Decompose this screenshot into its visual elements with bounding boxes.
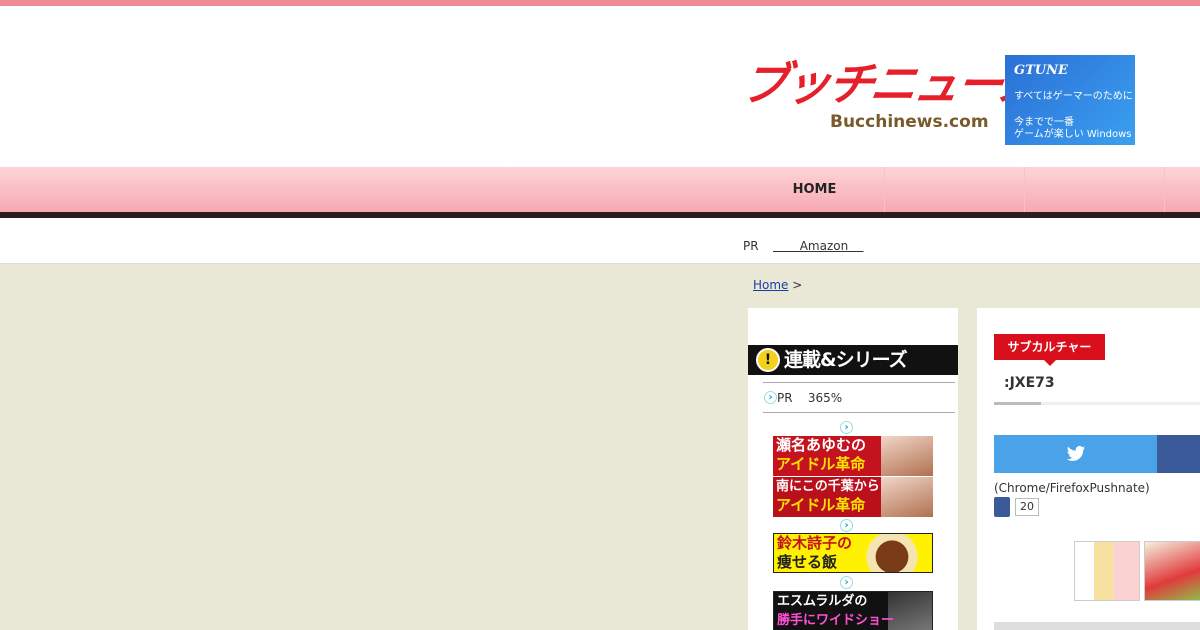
twitter-share-button[interactable] xyxy=(994,435,1157,473)
facebook-like-icon[interactable] xyxy=(994,497,1010,517)
ad-brand: GTUNE xyxy=(1014,63,1068,78)
banner-subtitle: アイドル革命 xyxy=(776,455,866,473)
like-count: 20 xyxy=(1015,498,1039,516)
push-notification-note: (Chrome/FirefoxPushnate) xyxy=(994,481,1150,495)
logo-text: ブッチニュース xyxy=(738,57,1045,111)
breadcrumb-home-link[interactable]: Home xyxy=(753,278,788,292)
breadcrumb-separator: > xyxy=(792,278,803,292)
banner-title: エスムラルダの xyxy=(777,594,868,609)
site-logo[interactable]: ブッチニュース Bucchinews.com xyxy=(738,52,1044,138)
banner-title: 南にこの千葉から xyxy=(776,479,880,494)
series-sidebar: ! 連載&シリーズ › PR 365% › 瀬名あゆむの アイドル革命 南にこの… xyxy=(748,308,958,630)
banner-photo xyxy=(852,534,932,572)
banner-photo xyxy=(888,592,932,630)
pr-list-item-label: PR 365% xyxy=(777,391,843,405)
series-banner[interactable]: 南にこの千葉から アイドル革命 xyxy=(773,477,933,517)
pr-amazon-link[interactable]: Amazon xyxy=(773,239,863,253)
ad-text-line: すべてはゲーマーのために xyxy=(1014,91,1133,102)
series-title: 連載&シリーズ xyxy=(784,349,908,371)
chevron-right-icon: › xyxy=(764,391,777,404)
related-thumbnail[interactable] xyxy=(1074,541,1140,601)
chevron-right-icon: › xyxy=(840,576,853,589)
ad-text-line: ゲームが楽しい Windows へ xyxy=(1014,129,1135,140)
article-title: :JXE73 xyxy=(1004,375,1055,391)
pr-list-item[interactable]: › PR 365% xyxy=(763,382,955,413)
site-header: ブッチニュース Bucchinews.com GTUNE すべてはゲーマーのため… xyxy=(0,6,1200,167)
series-banner[interactable]: 鈴木詩子の 痩せる飯 xyxy=(773,533,933,573)
chevron-right-icon: › xyxy=(840,519,853,532)
main-nav: HOME xyxy=(0,167,1200,212)
banner-title: 鈴木詩子の xyxy=(777,534,853,552)
header-ad-banner[interactable]: GTUNE すべてはゲーマーのために 今までで一番 ゲームが楽しい Window… xyxy=(1005,55,1135,145)
pr-bar: PR Amazon xyxy=(0,218,1200,264)
chevron-right-icon: › xyxy=(840,421,853,434)
category-badge[interactable]: サブカルチャー xyxy=(994,334,1105,366)
banner-subtitle: 勝手にワイドショー xyxy=(777,613,895,628)
twitter-icon xyxy=(1066,446,1086,461)
logo-domain: Bucchinews.com xyxy=(830,112,989,132)
content-strip xyxy=(994,622,1200,630)
breadcrumb: Home > xyxy=(753,278,802,292)
related-thumbnail[interactable] xyxy=(1144,541,1200,601)
banner-subtitle: アイドル革命 xyxy=(776,496,866,514)
nav-item-empty[interactable] xyxy=(1025,167,1165,212)
facebook-share-button[interactable] xyxy=(1157,435,1200,473)
series-header: ! 連載&シリーズ xyxy=(748,345,958,375)
pr-label: PR xyxy=(743,239,759,253)
title-underline xyxy=(994,402,1200,405)
banner-photo xyxy=(881,477,933,517)
nav-item-empty[interactable] xyxy=(885,167,1025,212)
series-banner[interactable]: 瀬名あゆむの アイドル革命 xyxy=(773,436,933,476)
article-panel: サブカルチャー :JXE73 (Chrome/FirefoxPushnate) … xyxy=(977,308,1200,630)
banner-photo xyxy=(881,436,933,476)
series-banner[interactable]: エスムラルダの 勝手にワイドショー xyxy=(773,591,933,630)
exclamation-icon: ! xyxy=(756,348,780,372)
nav-item-home[interactable]: HOME xyxy=(745,167,885,212)
title-underline-accent xyxy=(994,402,1041,405)
banner-subtitle: 痩せる飯 xyxy=(777,553,838,571)
banner-title: 瀬名あゆむの xyxy=(776,436,867,454)
